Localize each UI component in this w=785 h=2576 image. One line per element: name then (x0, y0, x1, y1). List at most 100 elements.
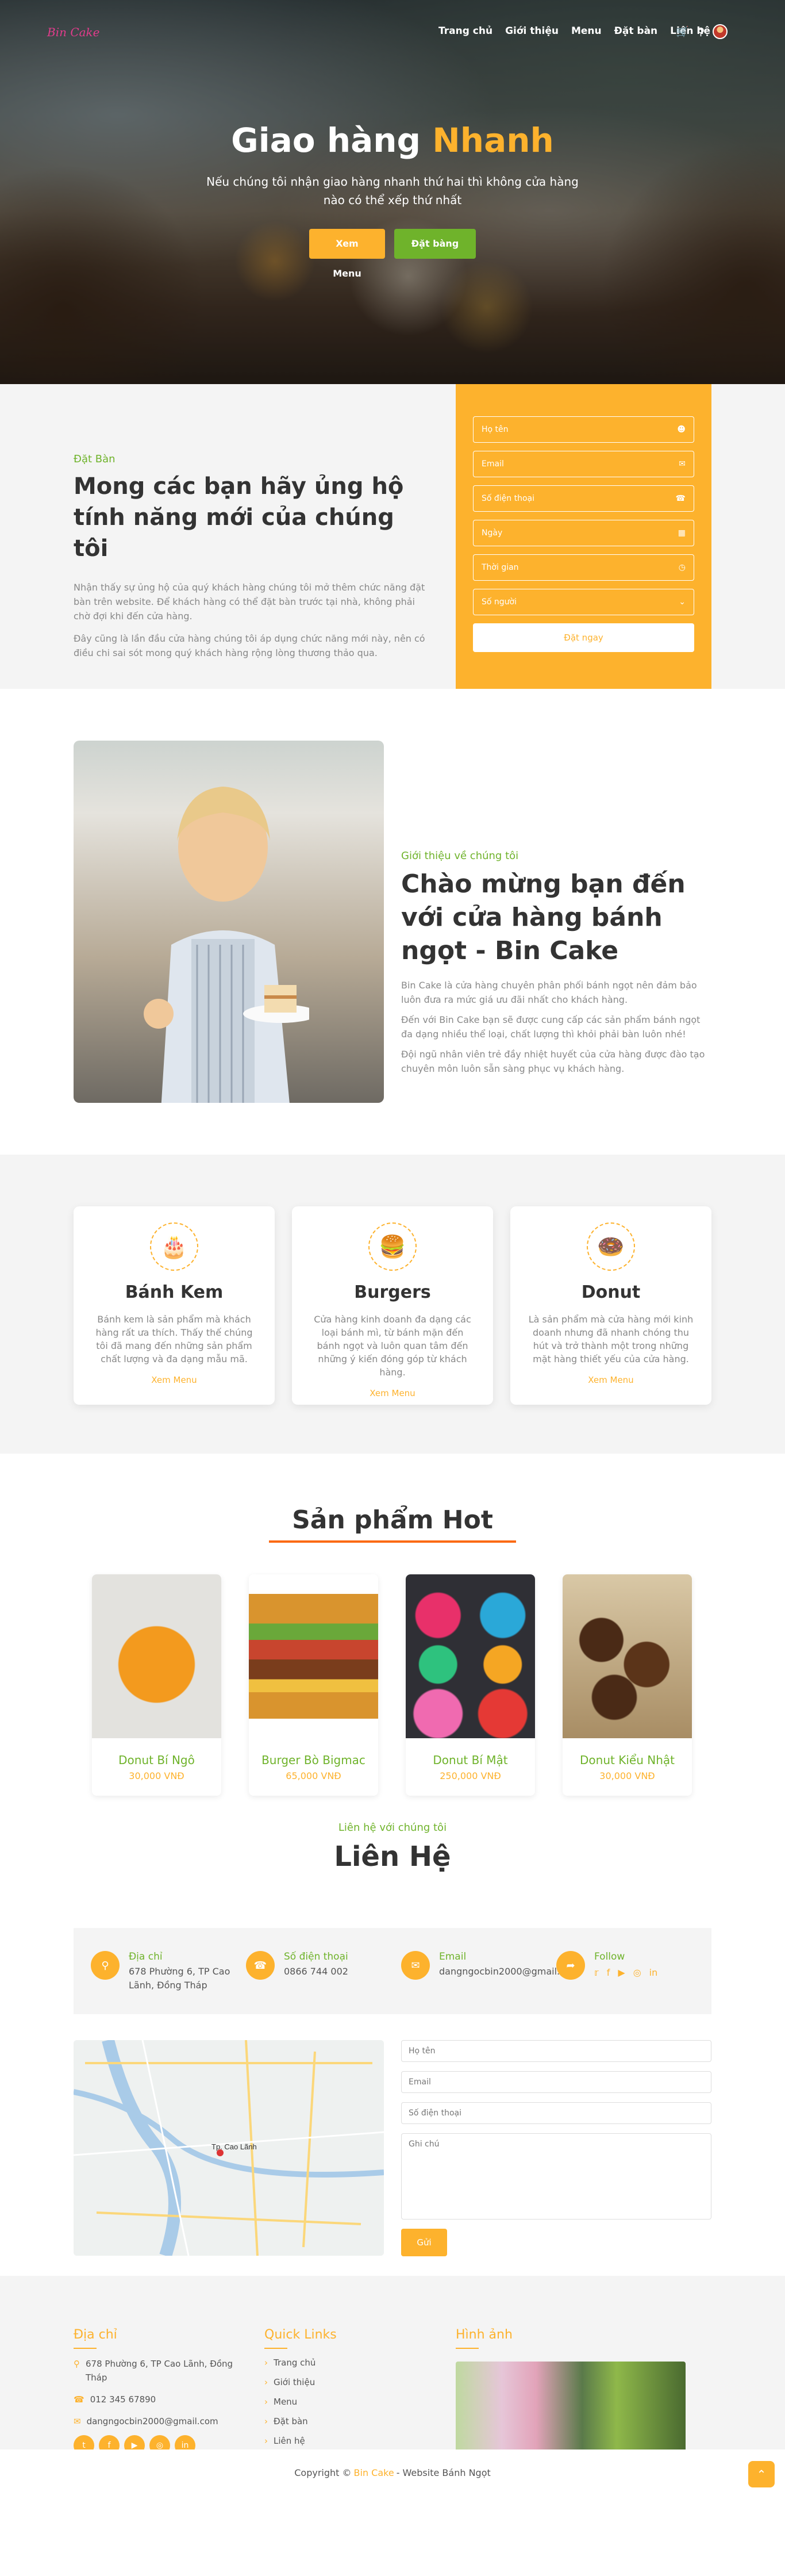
product-price: 250,000 VNĐ (440, 1770, 501, 1781)
contact-title: Liên Hệ (334, 1841, 451, 1873)
footer-underline (74, 2348, 97, 2349)
chevron-up-icon: ⌃ (756, 2467, 767, 2481)
social-links: 𝕣 f ▶ ◎ in (594, 1967, 657, 1978)
product-name: Donut Kiểu Nhật (580, 1753, 675, 1767)
category-menu-link[interactable]: Xem Menu (588, 1375, 633, 1385)
phone-icon: ☎ (74, 2394, 84, 2405)
linkedin-icon[interactable]: in (649, 1967, 658, 1978)
envelope-icon: ✉ (401, 1951, 430, 1980)
site-logo[interactable]: Bin Cake (47, 25, 100, 39)
youtube-icon[interactable]: ▶ (618, 1967, 625, 1978)
view-menu-button[interactable]: Xem Menu (309, 229, 385, 279)
booking-date-field[interactable]: Ngày ▦ (473, 520, 694, 546)
contact-email: ✉ Email dangngocbin2000@gmail.com (401, 1951, 579, 2014)
booking-form: Họ tên ☻ Email ✉ Số điện thoại ☎ Ngày ▦ Thời… (456, 384, 711, 689)
about-paragraph-3: Đội ngũ nhân viên trẻ đầy nhiệt huyết củ… (401, 1049, 705, 1074)
cake-icon: 🎂 (150, 1222, 198, 1271)
about-section: Giới thiệu về chúng tôi Chào mừng bạn đế… (0, 689, 785, 1155)
footer-link[interactable]: › Liên hệ (264, 2434, 379, 2448)
product-card[interactable]: Burger Bò Bigmac 65,000 VNĐ (249, 1574, 378, 1796)
product-image (406, 1574, 535, 1738)
about-image (74, 741, 384, 1103)
product-price: 65,000 VNĐ (286, 1770, 341, 1781)
contact-info-bar: ⚲ Địa chỉ 678 Phường 6, TP Cao Lãnh, Đồng… (74, 1928, 711, 2014)
baker-illustration (144, 787, 309, 1103)
product-card[interactable]: Donut Bí Mật 250,000 VNĐ (406, 1574, 535, 1796)
category-title: Bánh Kem (125, 1282, 224, 1302)
footer-phone: ☎ 012 345 67890 (74, 2393, 246, 2406)
contact-email-input[interactable]: Email (401, 2071, 711, 2093)
phone-icon: ☎ (246, 1951, 275, 1980)
product-card[interactable]: Donut Kiểu Nhật 30,000 VNĐ (563, 1574, 692, 1796)
navbar: Bin Cake Trang chủ Giới thiệu Menu Đặt b… (0, 0, 785, 39)
copyright-prefix: Copyright © (294, 2467, 352, 2478)
avatar[interactable] (713, 24, 728, 39)
about-kicker: Giới thiệu về chúng tôi (401, 850, 519, 862)
category-card-burgers: 🍔 Burgers Cửa hàng kinh doanh đa dạng cá… (292, 1206, 493, 1405)
copyright-brand-link[interactable]: Bin Cake (354, 2467, 394, 2478)
nav-home[interactable]: Trang chủ (438, 25, 492, 37)
hot-products-section: Sản phẩm Hot Donut Bí Ngô 30,000 VNĐ Bur… (0, 1454, 785, 1822)
hero-section: Bin Cake Trang chủ Giới thiệu Menu Đặt b… (0, 0, 785, 384)
map-city-label: Tp. Cao Lãnh (211, 2142, 257, 2151)
product-name: Donut Bí Ngô (118, 1753, 195, 1767)
nav-about[interactable]: Giới thiệu (505, 25, 559, 37)
map-drawing: Tp. Cao Lãnh (74, 2040, 384, 2256)
category-menu-link[interactable]: Xem Menu (370, 1388, 415, 1398)
category-title: Donut (581, 1282, 641, 1302)
share-icon: ➦ (556, 1951, 585, 1980)
contact-section: Liên hệ với chúng tôi Liên Hệ ⚲ Địa chỉ 6… (0, 1822, 785, 2276)
booking-phone-field[interactable]: Số điện thoại ☎ (473, 485, 694, 512)
facebook-icon[interactable]: f (607, 1967, 610, 1978)
footer-link[interactable]: › Trang chủ (264, 2356, 379, 2370)
title-underline (269, 1540, 516, 1543)
hero-title: Giao hàng Nhanh (231, 121, 554, 160)
back-to-top-button[interactable]: ⌃ (748, 2461, 775, 2487)
category-menu-link[interactable]: Xem Menu (151, 1375, 197, 1385)
product-image (92, 1574, 221, 1738)
user-icon: ☻ (677, 425, 686, 434)
contact-phone-value: 0866 744 002 (284, 1966, 348, 1977)
booking-people-select[interactable]: Số người ⌄ (473, 589, 694, 615)
product-image (249, 1574, 378, 1738)
search-icon[interactable]: ⚲ (697, 26, 705, 38)
booking-time-field[interactable]: Thời gian ◷ (473, 554, 694, 581)
footer-underline (456, 2348, 479, 2349)
cart-icon[interactable]: 🛒 (676, 26, 688, 38)
about-text: Giới thiệu về chúng tôi Chào mừng bạn đế… (401, 850, 711, 1076)
contact-phone-input[interactable]: Số điện thoại (401, 2102, 711, 2124)
nav-icons: 🛒 ⚲ (676, 24, 728, 39)
contact-name-input[interactable]: Họ tên (401, 2040, 711, 2062)
clock-icon: ◷ (678, 563, 686, 572)
booking-name-field[interactable]: Họ tên ☻ (473, 416, 694, 443)
product-image (563, 1574, 692, 1738)
twitter-icon[interactable]: 𝕣 (594, 1967, 599, 1978)
category-desc: Cửa hàng kinh doanh đa dạng các loại bán… (314, 1314, 471, 1378)
contact-note-textarea[interactable]: Ghi chú (401, 2133, 711, 2220)
footer-link[interactable]: › Menu (264, 2395, 379, 2409)
envelope-icon: ✉ (74, 2416, 81, 2426)
instagram-icon[interactable]: ◎ (633, 1967, 641, 1978)
footer-link[interactable]: › Giới thiệu (264, 2375, 379, 2389)
main-menu: Trang chủ Giới thiệu Menu Đặt bàn Liên h… (438, 25, 710, 37)
chevron-down-icon: ⌄ (679, 597, 686, 607)
nav-menu[interactable]: Menu (571, 25, 602, 37)
product-card[interactable]: Donut Bí Ngô 30,000 VNĐ (92, 1574, 221, 1796)
location-map[interactable]: Tp. Cao Lãnh (74, 2040, 384, 2256)
booking-section: Đặt Bàn Mong các bạn hãy ủng hộ tính năn… (0, 384, 785, 689)
nav-booking[interactable]: Đặt bàn (614, 25, 658, 37)
contact-phone-label: Số điện thoại (284, 1951, 348, 1962)
map-marker-icon: ⚲ (74, 2359, 80, 2369)
book-table-button[interactable]: Đặt bàng (394, 229, 476, 259)
chevron-right-icon: › (264, 2397, 268, 2407)
hero-title-accent: Nhanh (432, 121, 554, 160)
book-now-button[interactable]: Đặt ngay (473, 623, 694, 652)
send-button[interactable]: Gửi (401, 2229, 447, 2256)
footer-gallery-image[interactable] (456, 2362, 686, 2459)
hero-buttons: Xem Menu Đặt bàng (0, 229, 785, 279)
footer-link[interactable]: › Đặt bàn (264, 2414, 379, 2428)
product-price: 30,000 VNĐ (599, 1770, 655, 1781)
contact-follow: ➦ Follow 𝕣 f ▶ ◎ in (556, 1951, 711, 2014)
category-card-donut: 🍩 Donut Là sản phẩm mà cửa hàng mới kinh… (510, 1206, 711, 1405)
booking-email-field[interactable]: Email ✉ (473, 451, 694, 477)
